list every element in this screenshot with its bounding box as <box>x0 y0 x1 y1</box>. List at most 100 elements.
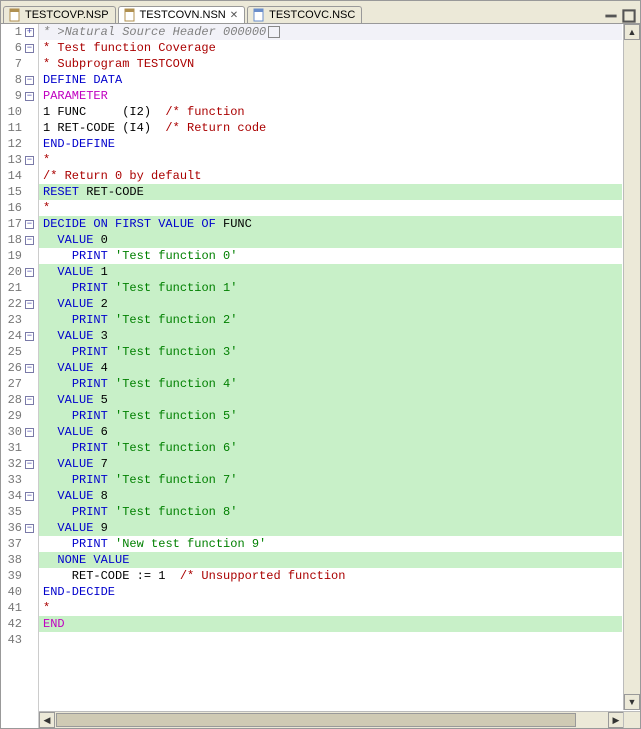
code-line[interactable]: VALUE 7 <box>39 456 622 472</box>
code-line[interactable]: PRINT 'Test function 6' <box>39 440 622 456</box>
code-token: /* Return code <box>165 121 266 135</box>
fold-collapse-icon[interactable]: − <box>25 44 34 53</box>
code-line[interactable]: RET-CODE := 1 /* Unsupported function <box>39 568 622 584</box>
code-line[interactable]: VALUE 6 <box>39 424 622 440</box>
code-line[interactable] <box>39 632 622 648</box>
scroll-thumb[interactable] <box>56 713 576 727</box>
code-token <box>43 377 72 391</box>
code-token: END-DEFINE <box>43 137 115 151</box>
code-line[interactable]: DEFINE DATA <box>39 72 622 88</box>
code-line[interactable]: VALUE 0 <box>39 232 622 248</box>
fold-collapse-icon[interactable]: − <box>25 268 34 277</box>
code-line[interactable]: VALUE 2 <box>39 296 622 312</box>
code-token <box>43 441 72 455</box>
code-line[interactable]: PRINT 'Test function 2' <box>39 312 622 328</box>
code-line[interactable]: PRINT 'Test function 1' <box>39 280 622 296</box>
code-token: 1 <box>101 265 108 279</box>
tab-testcovc-nsc[interactable]: TESTCOVC.NSC <box>247 6 362 23</box>
code-line[interactable]: END <box>39 616 622 632</box>
fold-collapse-icon[interactable]: − <box>25 492 34 501</box>
horizontal-scrollbar[interactable]: ◀ ▶ <box>39 711 624 728</box>
code-token: RESET <box>43 185 86 199</box>
code-line[interactable]: 1 RET-CODE (I4) /* Return code <box>39 120 622 136</box>
code-line[interactable]: VALUE 8 <box>39 488 622 504</box>
code-line[interactable]: * >Natural Source Header 000000 <box>39 24 622 40</box>
scroll-right-icon[interactable]: ▶ <box>608 712 624 728</box>
code-line[interactable]: * Subprogram TESTCOVN <box>39 56 622 72</box>
code-line[interactable]: PRINT 'Test function 4' <box>39 376 622 392</box>
code-line[interactable]: VALUE 3 <box>39 328 622 344</box>
code-token: * Subprogram TESTCOVN <box>43 57 194 71</box>
gutter-row: 14 <box>1 168 36 184</box>
code-line[interactable]: * <box>39 200 622 216</box>
gutter-row: 19 <box>1 248 36 264</box>
line-number: 18 <box>4 232 22 248</box>
code-line[interactable]: PARAMETER <box>39 88 622 104</box>
code-token: 1 RET-CODE (I4) <box>43 121 165 135</box>
gutter-row: 35 <box>1 504 36 520</box>
code-line[interactable]: PRINT 'Test function 8' <box>39 504 622 520</box>
code-token: 'Test function 0' <box>115 249 237 263</box>
code-line[interactable]: * <box>39 152 622 168</box>
scroll-up-icon[interactable]: ▲ <box>624 24 640 40</box>
code-line[interactable]: DECIDE ON FIRST VALUE OF FUNC <box>39 216 622 232</box>
code-line[interactable]: PRINT 'Test function 5' <box>39 408 622 424</box>
fold-collapse-icon[interactable]: − <box>25 428 34 437</box>
scroll-left-icon[interactable]: ◀ <box>39 712 55 728</box>
code-token: /* function <box>165 105 244 119</box>
line-number: 42 <box>4 616 22 632</box>
code-line[interactable]: PRINT 'Test function 7' <box>39 472 622 488</box>
fold-collapse-icon[interactable]: − <box>25 332 34 341</box>
fold-collapse-icon[interactable]: − <box>25 524 34 533</box>
line-number: 13 <box>4 152 22 168</box>
code-lines[interactable]: * >Natural Source Header 000000* Test fu… <box>39 24 640 728</box>
scroll-down-icon[interactable]: ▼ <box>624 694 640 710</box>
code-line[interactable]: PRINT 'New test function 9' <box>39 536 622 552</box>
code-line[interactable]: NONE VALUE <box>39 552 622 568</box>
code-line[interactable]: VALUE 4 <box>39 360 622 376</box>
fold-collapse-icon[interactable]: − <box>25 76 34 85</box>
code-token: 'Test function 7' <box>115 473 237 487</box>
code-token: 8 <box>101 489 108 503</box>
code-line[interactable]: * Test function Coverage <box>39 40 622 56</box>
code-line[interactable]: VALUE 9 <box>39 520 622 536</box>
code-line[interactable]: VALUE 5 <box>39 392 622 408</box>
code-area[interactable]: 1+6−78−9−10111213−14151617−18−1920−2122−… <box>1 24 640 728</box>
fold-collapse-icon[interactable]: − <box>25 156 34 165</box>
maximize-icon[interactable] <box>622 9 636 23</box>
code-token: 5 <box>101 393 108 407</box>
code-token: 'Test function 8' <box>115 505 237 519</box>
code-token: FUNC <box>223 217 252 231</box>
code-line[interactable]: PRINT 'Test function 3' <box>39 344 622 360</box>
code-token: 3 <box>101 329 108 343</box>
fold-collapse-icon[interactable]: − <box>25 92 34 101</box>
code-token: PARAMETER <box>43 89 108 103</box>
gutter-row: 18− <box>1 232 36 248</box>
code-line[interactable]: PRINT 'Test function 0' <box>39 248 622 264</box>
tab-testcovp-nsp[interactable]: TESTCOVP.NSP <box>3 6 116 23</box>
fold-collapse-icon[interactable]: − <box>25 396 34 405</box>
code-line[interactable]: 1 FUNC (I2) /* function <box>39 104 622 120</box>
fold-collapse-icon[interactable]: − <box>25 300 34 309</box>
line-number: 29 <box>4 408 22 424</box>
gutter-row: 23 <box>1 312 36 328</box>
fold-expand-icon[interactable]: + <box>25 28 34 37</box>
code-line[interactable]: * <box>39 600 622 616</box>
tab-testcovn-nsn[interactable]: TESTCOVN.NSN✕ <box>118 6 246 23</box>
code-token <box>43 505 72 519</box>
code-line[interactable]: END-DECIDE <box>39 584 622 600</box>
code-token <box>43 233 57 247</box>
hidden-content-marker-icon <box>268 26 280 38</box>
code-line[interactable]: END-DEFINE <box>39 136 622 152</box>
fold-collapse-icon[interactable]: − <box>25 236 34 245</box>
fold-collapse-icon[interactable]: − <box>25 220 34 229</box>
minimize-icon[interactable] <box>604 9 618 23</box>
vertical-scrollbar[interactable]: ▲ ▼ <box>623 24 640 710</box>
gutter-row: 37 <box>1 536 36 552</box>
close-icon[interactable]: ✕ <box>230 10 238 21</box>
fold-collapse-icon[interactable]: − <box>25 364 34 373</box>
fold-collapse-icon[interactable]: − <box>25 460 34 469</box>
code-line[interactable]: VALUE 1 <box>39 264 622 280</box>
code-line[interactable]: RESET RET-CODE <box>39 184 622 200</box>
code-line[interactable]: /* Return 0 by default <box>39 168 622 184</box>
